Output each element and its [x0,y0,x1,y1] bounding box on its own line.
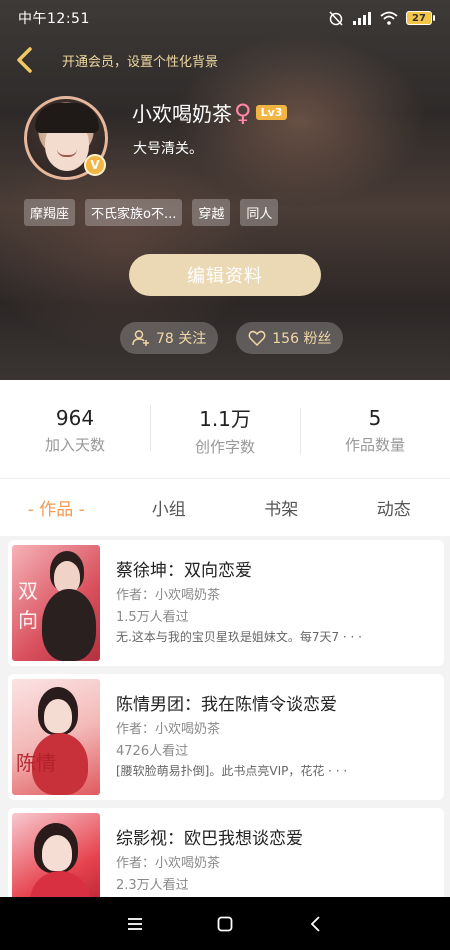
stat-label: 加入天数 [44,435,105,454]
tab-groups[interactable]: 小组 [113,495,226,520]
book-author: 作者：小欢喝奶茶 [116,588,221,603]
profile-tags: 摩羯座 不氏家族o不... 穿越 同人 [24,199,279,226]
book-title: 陈情男团：我在陈情令谈恋爱 [116,695,337,715]
stat-label: 作品数量 [344,435,405,454]
stat-value: 964 [55,405,95,430]
vip-background-hint[interactable]: 开通会员，设置个性化背景 [62,51,218,70]
book-views: 4726人看过 [116,744,189,759]
following-button[interactable]: 78 关注 [120,322,219,354]
stat-value: 1.1万 [199,407,251,431]
chevron-left-icon [17,47,32,73]
stats-bar: 964 加入天数 1.1万 创作字数 5 作品数量 [0,380,450,478]
status-icons: 27 [328,10,435,26]
tab-bookshelf[interactable]: 书架 [225,495,338,520]
system-nav-bar [0,897,450,950]
battery-icon: 27 [406,11,435,25]
top-bar: 开通会员，设置个性化背景 [0,40,450,80]
stat-join-days: 964 加入天数 [0,404,150,455]
book-views: 2.3万人看过 [116,878,189,893]
username: 小欢喝奶茶 [132,102,232,126]
menu-icon [128,917,142,930]
stat-label: 创作字数 [194,438,255,456]
book-title: 综影视：欧巴我想谈恋爱 [116,829,303,849]
profile-header: 中午12:51 27 开通会员，设置个性化背景 V 小欢喝奶茶 ♀ Lv3 大号… [0,0,450,380]
book-description: [腰软脸萌易扑倒]。此书点亮VIP，花花 · · · [116,764,348,778]
book-title: 蔡徐坤：双向恋爱 [116,561,252,581]
signature: 大号清关。 [133,141,203,157]
home-button[interactable] [205,904,245,944]
wifi-icon [380,11,398,25]
book-description: 无.这本与我的宝贝星玖是姐妹文。每7天7 · · · [116,630,362,644]
back-nav-button[interactable] [295,904,335,944]
vip-badge: V [84,154,106,176]
book-card[interactable]: 陈情 陈情男团：我在陈情令谈恋爱 作者：小欢喝奶茶 4726人看过 [腰软脸萌易… [8,674,444,800]
tab-works[interactable]: - 作品 - [0,495,113,520]
edit-profile-button[interactable]: 编辑资料 [129,254,321,296]
followers-count: 156 粉丝 [272,331,332,347]
book-card[interactable]: 双向 蔡徐坤：双向恋爱 作者：小欢喝奶茶 1.5万人看过 无.这本与我的宝贝星玖… [8,540,444,666]
tab-activity[interactable]: 动态 [338,495,450,520]
status-time: 中午12:51 [18,11,90,27]
status-bar: 中午12:51 27 [0,0,450,36]
alarm-off-icon [329,11,343,26]
tag-item[interactable]: 不氏家族o不... [85,199,183,226]
menu-button[interactable] [115,904,155,944]
back-button[interactable] [2,40,46,80]
tag-item[interactable]: 同人 [240,199,279,226]
heart-icon [248,330,266,346]
tag-item[interactable]: 穿越 [192,199,231,226]
book-cover: 双向 [12,545,100,661]
female-icon: ♀ [234,98,252,127]
profile-tabs: - 作品 - 小组 书架 动态 [0,478,450,536]
signal-icon [353,12,371,25]
book-cover: 陈情 [12,679,100,795]
stat-works: 5 作品数量 [300,404,450,455]
follow-row: 78 关注 156 粉丝 [120,322,344,354]
followers-button[interactable]: 156 粉丝 [236,322,344,354]
add-user-icon [132,330,149,346]
following-count: 78 关注 [156,331,207,347]
book-author: 作者：小欢喝奶茶 [116,722,221,737]
book-author: 作者：小欢喝奶茶 [116,856,221,871]
square-icon [217,916,233,931]
book-views: 1.5万人看过 [116,610,189,625]
book-list: 双向 蔡徐坤：双向恋爱 作者：小欢喝奶茶 1.5万人看过 无.这本与我的宝贝星玖… [8,540,444,942]
level-badge: Lv3 [255,105,288,120]
name-row: 小欢喝奶茶 ♀ Lv3 [132,98,288,127]
stat-word-count: 1.1万 创作字数 [150,401,300,457]
chevron-left-icon [310,915,320,932]
stat-value: 5 [368,405,382,430]
tag-item[interactable]: 摩羯座 [24,199,76,226]
